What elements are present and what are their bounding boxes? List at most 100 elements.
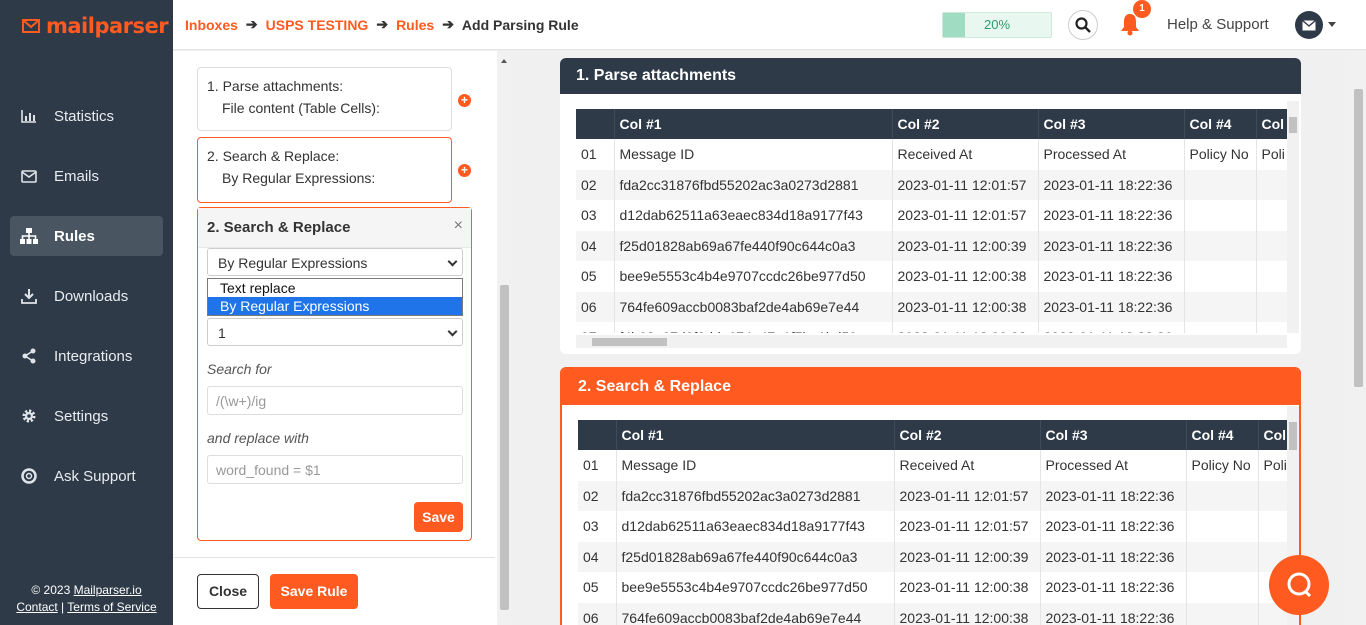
- table-cell: bee9e5553c4b4e9707ccdc26be977d50: [614, 261, 893, 292]
- sidebar-item-label: Rules: [54, 227, 95, 245]
- scroll-up-icon: [501, 59, 507, 63]
- table-cell: d12dab62511a63eaec834d18a9177f43: [614, 200, 893, 231]
- result-card-parse-attachments: 1. Parse attachments Col #1 Col #2 Col #3 C…: [560, 58, 1301, 354]
- column-select[interactable]: 1: [207, 318, 463, 346]
- envelope-icon: [20, 167, 38, 185]
- table-cell: 2023-01-11 18:22:36: [1038, 322, 1185, 333]
- rule-subtitle: File content (Table Cells):: [222, 100, 380, 116]
- table-cell: 06: [576, 291, 615, 322]
- replace-mode-select[interactable]: By Regular Expressions: [207, 248, 463, 276]
- page-scrollbar[interactable]: [1351, 51, 1366, 625]
- avatar[interactable]: [1295, 11, 1323, 39]
- column-header[interactable]: [576, 109, 615, 139]
- table-cell: d12dab62511a63eaec834d18a9177f43: [616, 511, 895, 542]
- table-cell: [1184, 169, 1257, 200]
- table-cell: 764fe609accb0083baf2de4ab69e7e44: [614, 291, 893, 322]
- usage-progress[interactable]: 20%: [942, 12, 1052, 38]
- rule-card-search-replace[interactable]: 2. Search & Replace: By Regular Expressi…: [197, 137, 452, 203]
- contact-link[interactable]: Contact: [16, 600, 57, 614]
- arrow-right-icon: ➔: [442, 16, 454, 32]
- table-cell: Policy No: [1186, 450, 1259, 481]
- sidebar-item-ask-support[interactable]: Ask Support: [10, 456, 163, 496]
- column-header[interactable]: Col #3: [1038, 109, 1185, 139]
- table-row: 03 d12dab62511a63eaec834d18a9177f43 2023-0…: [576, 200, 1287, 231]
- option-regular-expressions[interactable]: By Regular Expressions: [208, 297, 462, 315]
- results-area: 1. Parse attachments Col #1 Col #2 Col #3 C…: [511, 51, 1351, 625]
- chat-widget-button[interactable]: [1269, 555, 1329, 615]
- column-header[interactable]: Col: [1258, 420, 1289, 450]
- sidebar-item-integrations[interactable]: Integrations: [10, 336, 163, 376]
- table-cell: 05: [578, 572, 617, 603]
- table-cell: 2023-01-11 12:00:38: [892, 261, 1039, 292]
- sidebar-item-statistics[interactable]: Statistics: [10, 96, 163, 136]
- column-header[interactable]: Col #1: [614, 109, 893, 139]
- rules-panel: 1. Parse attachments: File content (Tabl…: [173, 51, 511, 625]
- close-icon[interactable]: ×: [454, 217, 463, 235]
- table-row: 02 fda2cc31876fbd55202ac3a0273d2881 2023-0…: [578, 480, 1289, 511]
- result-table-container: Col #1 Col #2 Col #3 Col #4 Col 01 Message ID R…: [576, 109, 1287, 333]
- column-header[interactable]: Col #2: [894, 420, 1041, 450]
- rule-card-parse-attachments[interactable]: 1. Parse attachments: File content (Tabl…: [197, 67, 452, 131]
- column-header[interactable]: Col #1: [616, 420, 895, 450]
- result-card-title: 1. Parse attachments: [560, 58, 1301, 94]
- table-cell: f4b02a07d0f2dda674a47a1f7ba1bd59: [614, 322, 893, 333]
- table-cell: 2023-01-11 18:22:36: [1038, 169, 1185, 200]
- column-header[interactable]: Col #2: [892, 109, 1039, 139]
- help-support-link[interactable]: Help & Support: [1167, 16, 1269, 33]
- table-vertical-scrollbar[interactable]: [1287, 101, 1299, 333]
- table-cell: 2023-01-11 18:22:36: [1040, 511, 1187, 542]
- table-cell: 04: [576, 230, 615, 261]
- chevron-down-icon: [447, 326, 458, 337]
- table-cell: 2023-01-11 18:22:36: [1040, 541, 1187, 572]
- table-cell: 2023-01-11 12:00:38: [894, 572, 1041, 603]
- replace-value-input[interactable]: word_found = $1: [207, 455, 463, 484]
- rule-editor: 2. Search & Replace × By Regular Express…: [197, 207, 472, 541]
- table-cell: 2023-01-11 12:00:39: [894, 541, 1041, 572]
- company-link[interactable]: Mailparser.io: [74, 583, 142, 597]
- table-header-row: Col #1 Col #2 Col #3 Col #4 Col: [578, 420, 1289, 450]
- search-pattern-input[interactable]: /(\w+)/ig: [207, 386, 463, 415]
- mailparser-logo[interactable]: mailparser: [22, 14, 169, 38]
- table-cell: 2023-01-11 12:01:57: [894, 511, 1041, 542]
- help-circle-icon: [20, 467, 38, 485]
- column-header[interactable]: Col #4: [1186, 420, 1259, 450]
- result-table-container: Col #1 Col #2 Col #3 Col #4 Col 01 Message ID R…: [578, 420, 1289, 625]
- table-cell: [1256, 230, 1287, 261]
- panel-scrollbar-thumb[interactable]: [500, 285, 509, 610]
- breadcrumb-inboxes[interactable]: Inboxes: [185, 17, 238, 33]
- sitemap-icon: [20, 227, 38, 245]
- table-cell: [1256, 200, 1287, 231]
- save-rule-button[interactable]: Save Rule: [270, 574, 358, 609]
- sidebar-item-downloads[interactable]: Downloads: [10, 276, 163, 316]
- sidebar-item-settings[interactable]: Settings: [10, 396, 163, 436]
- column-header[interactable]: Col: [1256, 109, 1287, 139]
- sidebar-item-rules[interactable]: Rules: [10, 216, 163, 256]
- table-cell: bee9e5553c4b4e9707ccdc26be977d50: [616, 572, 895, 603]
- option-text-replace[interactable]: Text replace: [208, 279, 462, 297]
- table-cell: [1184, 200, 1257, 231]
- notification-badge: 1: [1133, 0, 1151, 18]
- breadcrumb-rules[interactable]: Rules: [396, 17, 434, 33]
- bar-chart-icon: [20, 107, 38, 125]
- envelope-icon: [1302, 19, 1316, 30]
- column-header[interactable]: Col #3: [1040, 420, 1187, 450]
- chevron-down-icon[interactable]: [1328, 22, 1336, 27]
- add-rule-icon[interactable]: +: [458, 94, 471, 107]
- save-button[interactable]: Save: [414, 502, 463, 532]
- table-cell: [1258, 480, 1289, 511]
- breadcrumb-inbox[interactable]: USPS TESTING: [266, 17, 369, 33]
- add-rule-icon[interactable]: +: [458, 164, 471, 177]
- sidebar-item-emails[interactable]: Emails: [10, 156, 163, 196]
- table-horizontal-scrollbar[interactable]: [576, 335, 1287, 348]
- column-header[interactable]: [578, 420, 617, 450]
- table-cell: 03: [578, 511, 617, 542]
- search-button[interactable]: [1068, 10, 1098, 40]
- table-cell: Processed At: [1040, 450, 1187, 481]
- table-cell: [1186, 541, 1259, 572]
- terms-link[interactable]: Terms of Service: [67, 600, 156, 614]
- sidebar-nav: Statistics Emails Rules Downloads Integr…: [10, 96, 163, 516]
- close-button[interactable]: Close: [197, 574, 259, 609]
- chevron-down-icon: [447, 256, 458, 267]
- column-header[interactable]: Col #4: [1184, 109, 1257, 139]
- table-cell: [1186, 602, 1259, 625]
